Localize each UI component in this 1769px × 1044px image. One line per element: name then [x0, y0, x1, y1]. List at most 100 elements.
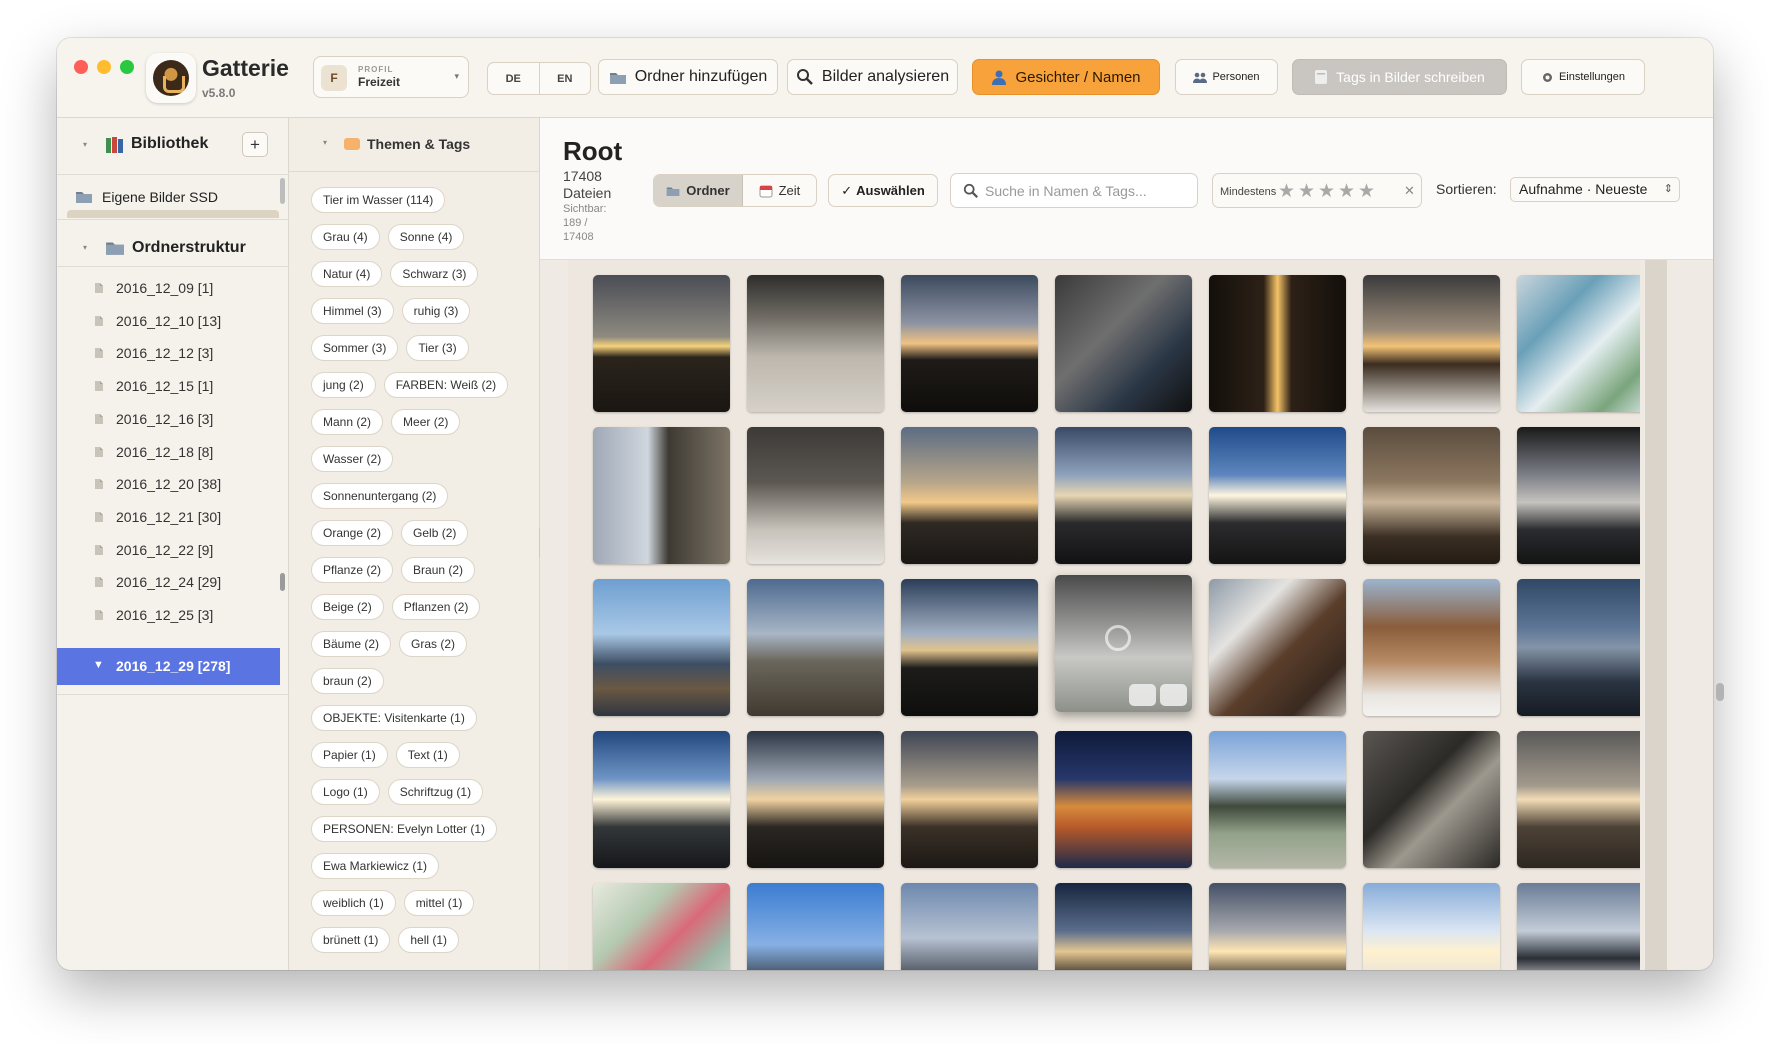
thumbnail-person-at-lookout[interactable]: [593, 579, 730, 716]
tag-chip[interactable]: ruhig (3): [401, 298, 471, 324]
tag-chip[interactable]: FARBEN: Weiß (2): [383, 372, 509, 398]
tag-chip[interactable]: jung (2): [311, 372, 376, 398]
thumbnail-hiking-map[interactable]: [1517, 275, 1640, 412]
tag-chip[interactable]: Schriftzug (1): [387, 779, 484, 805]
tag-chip[interactable]: Schwarz (3): [390, 261, 479, 287]
tag-chip[interactable]: Tier (3): [406, 335, 469, 361]
tag-chip[interactable]: mittel (1): [403, 890, 475, 916]
thumbnail-tree-at-dusk[interactable]: [901, 579, 1038, 716]
sidebar-scrollbar[interactable]: [280, 573, 285, 591]
tag-chip[interactable]: Wasser (2): [311, 446, 394, 472]
tag-chip[interactable]: Text (1): [395, 742, 460, 768]
tag-chip[interactable]: Sommer (3): [311, 335, 399, 361]
folder-row[interactable]: 2016_12_12 [3]: [57, 335, 289, 372]
lang-de-button[interactable]: DE: [488, 63, 540, 94]
clear-rating-icon[interactable]: ✕: [1404, 183, 1415, 199]
tag-chip[interactable]: Himmel (3): [311, 298, 394, 324]
star-icon[interactable]: ★: [1278, 180, 1295, 203]
sidebar-scrollbar-top[interactable]: [280, 178, 285, 204]
tag-chip[interactable]: Bäume (2): [311, 631, 392, 657]
thumbnail-sun-through-branches[interactable]: [1209, 883, 1346, 970]
analyze-images-button[interactable]: Bilder analysieren: [787, 59, 958, 95]
zoom-window-button[interactable]: [120, 60, 134, 74]
thumbnail-sunset-branches[interactable]: [901, 275, 1038, 412]
sort-select[interactable]: Aufnahme · Neueste ⇕: [1510, 177, 1680, 202]
tag-chip[interactable]: Ewa Markiewicz (1): [311, 853, 440, 879]
tags-header[interactable]: ▾ Themen & Tags: [289, 118, 539, 172]
lang-en-button[interactable]: EN: [540, 63, 591, 94]
thumbnail-tree-sunset[interactable]: [1055, 883, 1192, 970]
tag-chip[interactable]: Braun (2): [401, 557, 476, 583]
tag-chip[interactable]: hell (1): [398, 927, 460, 953]
open-icon[interactable]: [1160, 684, 1187, 706]
faces-names-button[interactable]: Gesichter / Namen: [972, 59, 1160, 95]
tag-chip[interactable]: Pflanze (2): [311, 557, 394, 583]
write-tags-button[interactable]: Tags in Bilder schreiben: [1292, 59, 1507, 95]
thumbnail-sunset-through-trees[interactable]: [593, 275, 730, 412]
folder-row[interactable]: 2016_12_10 [13]: [57, 303, 289, 340]
tag-chip[interactable]: braun (2): [311, 668, 384, 694]
thumbnail-foggy-meadow[interactable]: [1055, 575, 1192, 712]
star-icon[interactable]: ★: [1358, 180, 1375, 203]
settings-button[interactable]: Einstellungen: [1521, 59, 1645, 95]
star-icon[interactable]: ★: [1338, 180, 1355, 203]
thumbnail-topographic-map[interactable]: [593, 883, 730, 970]
thumbnail-sunset-glare[interactable]: [901, 731, 1038, 868]
folder-row[interactable]: 2016_12_15 [1]: [57, 368, 289, 405]
thumbnail-twilight-sky[interactable]: [901, 883, 1038, 970]
close-window-button[interactable]: [74, 60, 88, 74]
thumbnail-hazy-valley[interactable]: [1363, 427, 1500, 564]
tag-chip[interactable]: Gelb (2): [401, 520, 469, 546]
search-input[interactable]: [985, 180, 1190, 202]
thumbnail-snowy-path[interactable]: [747, 275, 884, 412]
tag-chip[interactable]: Tier im Wasser (114): [311, 187, 446, 213]
folder-row[interactable]: 2016_12_25 [3]: [57, 597, 289, 634]
folder-row[interactable]: 2016_12_09 [1]: [57, 270, 289, 307]
folder-row[interactable]: 2016_12_16 [3]: [57, 401, 289, 438]
add-library-button[interactable]: +: [242, 132, 268, 157]
thumbnail-branches-sunset[interactable]: [747, 731, 884, 868]
persons-button[interactable]: Personen: [1175, 59, 1278, 95]
add-folder-button[interactable]: Ordner hinzufügen: [598, 59, 778, 95]
star-icon[interactable]: ★: [1318, 180, 1335, 203]
tag-chip[interactable]: brünett (1): [311, 927, 391, 953]
folder-structure-header[interactable]: ▾ Ordnerstruktur: [57, 227, 289, 267]
minimize-window-button[interactable]: [97, 60, 111, 74]
thumbnail-cloud-horizon[interactable]: [747, 883, 884, 970]
thumbnail-valley-sunset[interactable]: [1055, 427, 1192, 564]
tag-chip[interactable]: Gras (2): [399, 631, 468, 657]
tag-chip[interactable]: Logo (1): [311, 779, 380, 805]
thumbnail-rocky-close-up[interactable]: [1363, 731, 1500, 868]
tag-chip[interactable]: PERSONEN: Evelyn Lotter (1): [311, 816, 498, 842]
folder-icon[interactable]: [1129, 684, 1156, 706]
tag-chip[interactable]: Pflanzen (2): [391, 594, 481, 620]
tag-chip[interactable]: Natur (4): [311, 261, 383, 287]
tag-chip[interactable]: Meer (2): [391, 409, 461, 435]
thumbnail-valley-haze[interactable]: [747, 579, 884, 716]
library-item[interactable]: Eigene Bilder SSD: [57, 174, 289, 220]
thumbnail-sunset-clouds[interactable]: [901, 427, 1038, 564]
tag-chip[interactable]: Sonne (4): [387, 224, 465, 250]
thumbnail-bright-sky[interactable]: [1363, 883, 1500, 970]
thumbnail-sun-low-sky[interactable]: [1209, 427, 1346, 564]
thumbnail-forest-snow[interactable]: [1363, 579, 1500, 716]
thumbnail-dark-clouds[interactable]: [1517, 883, 1640, 970]
folder-row[interactable]: 2016_12_21 [30]: [57, 499, 289, 536]
tag-chip[interactable]: Beige (2): [311, 594, 384, 620]
thumbnail-green-hillside[interactable]: [1209, 731, 1346, 868]
tag-chip[interactable]: Papier (1): [311, 742, 388, 768]
folder-row[interactable]: 2016_12_20 [38]: [57, 466, 289, 503]
library-header[interactable]: ▾ Bibliothek +: [57, 130, 289, 160]
thumbnail-dusk-valley[interactable]: [1517, 579, 1640, 716]
folder-row-selected[interactable]: ▼ 2016_12_29 [278]: [57, 648, 280, 685]
thumbnail-sunset-over-valley[interactable]: [1363, 275, 1500, 412]
window-scrollbar[interactable]: [1716, 683, 1724, 701]
select-button[interactable]: ✓ Auswählen: [828, 174, 938, 207]
thumbnail-sideways-tree[interactable]: [593, 427, 730, 564]
folder-row[interactable]: 2016_12_18 [8]: [57, 434, 289, 471]
tag-chip[interactable]: weiblich (1): [311, 890, 396, 916]
thumbnail-tree-silhouette[interactable]: [1517, 427, 1640, 564]
view-folder-button[interactable]: Ordner: [654, 175, 743, 206]
profile-selector[interactable]: F PROFIL Freizeit ▾: [313, 56, 469, 98]
thumbnail-bare-forest-snow[interactable]: [747, 427, 884, 564]
